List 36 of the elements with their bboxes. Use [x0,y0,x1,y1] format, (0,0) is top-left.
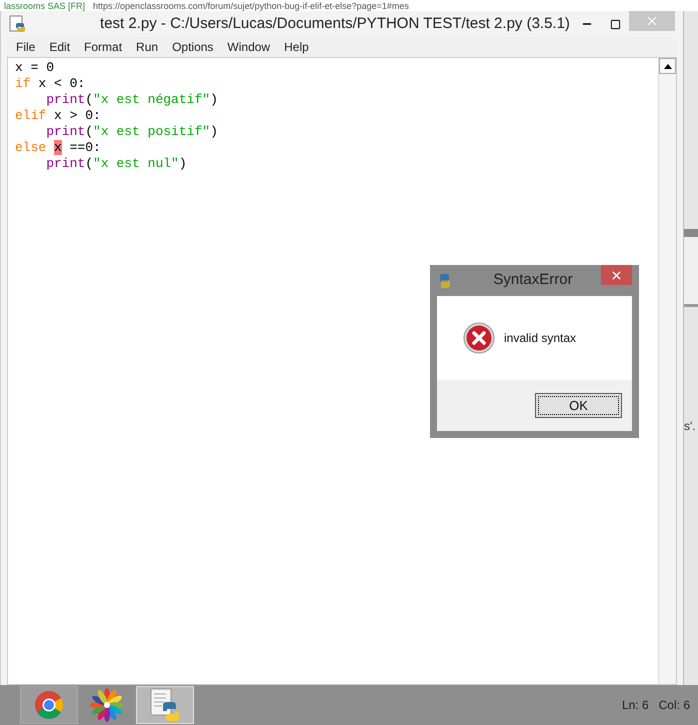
round-browser-icon [34,690,64,720]
flower-icon [90,688,124,722]
panel-header-bar [684,229,698,237]
code-line: if x < 0: [15,76,86,92]
dialog-title: SyntaxError [492,270,574,290]
close-icon [645,14,659,28]
menu-item[interactable]: Options [172,38,214,56]
code-line: print("x est négatif") [46,92,218,108]
python-icon [437,272,453,288]
vertical-scrollbar[interactable] [658,58,676,684]
column-number-status: Col: 6 [658,697,690,714]
background-text: s'. [684,418,697,435]
code-line: else x ==0: [15,140,101,156]
error-message: invalid syntax [504,330,576,347]
ok-button[interactable]: OK [535,393,622,418]
window-title: test 2.py - C:/Users/Lucas/Documents/PYTHON TEST/test 2.py (3.5.1) [99,14,571,34]
menu-item[interactable]: Edit [49,38,70,56]
code-line: print("x est nul") [46,156,187,172]
code-line: elif x > 0: [15,108,101,124]
python-file-icon [149,688,181,722]
code-line: x = 0 [15,60,54,76]
menu-item[interactable]: Window [227,38,270,56]
url-text: https://openclassrooms.com/forum/sujet/python-bug-if-elif-et-else?page=1#mes [93,0,409,10]
maximize-icon [610,18,620,30]
menu-item[interactable]: Format [84,38,122,56]
menu-item[interactable]: Run [136,38,158,56]
dialog-close-button[interactable] [601,265,632,285]
menu-item[interactable]: File [16,38,36,56]
error-icon [463,322,495,354]
menu-item[interactable]: Help [284,38,309,56]
close-icon [610,268,623,282]
line-number-status: Ln: 6 [622,697,649,714]
taskbar-button[interactable] [20,686,78,724]
python-file-icon [9,15,27,33]
code-line: print("x est positif") [46,124,218,140]
site-label: lassrooms SAS [FR] [4,0,86,10]
